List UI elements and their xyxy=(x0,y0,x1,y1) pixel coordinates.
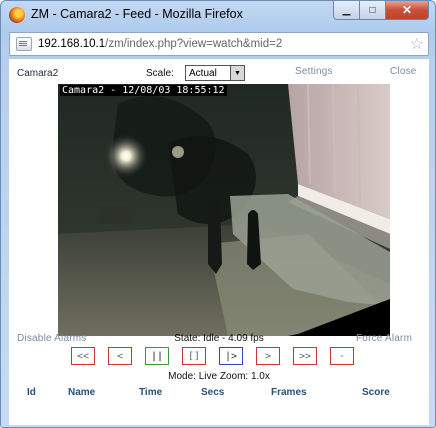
column-header-secs: Secs xyxy=(201,387,225,398)
url-path: /zm/index.php?view=watch&mid=2 xyxy=(105,38,283,50)
url-text[interactable]: 192.168.10.1/zm/index.php?view=watch&mid… xyxy=(38,38,282,50)
column-header-name: Name xyxy=(68,387,96,398)
column-header-id: Id xyxy=(27,387,36,398)
page-content: Camara2 Scale: Actual ▼ Settings Close C… xyxy=(9,59,429,425)
maximize-button[interactable]: □ xyxy=(360,1,386,20)
window-title: ZM - Camara2 - Feed - Mozilla Firefox xyxy=(31,7,243,21)
close-window-button[interactable]: ✕ xyxy=(386,1,429,20)
play-button[interactable]: |> xyxy=(219,347,243,365)
slow-rewind-button[interactable]: < xyxy=(108,347,132,365)
scale-select[interactable]: Actual ▼ xyxy=(185,65,245,81)
browser-window: ZM - Camara2 - Feed - Mozilla Firefox ▁ … xyxy=(0,0,436,428)
page-icon xyxy=(16,37,32,51)
stop-button[interactable]: [] xyxy=(182,347,206,365)
close-link[interactable]: Close xyxy=(390,66,417,77)
maximize-icon: □ xyxy=(369,4,376,16)
minimize-icon: ▁ xyxy=(342,4,351,16)
slow-forward-button[interactable]: > xyxy=(256,347,280,365)
window-controls: ▁ □ ✕ xyxy=(333,1,429,21)
fast-forward-button[interactable]: >> xyxy=(293,347,317,365)
camera-feed: Camara2 - 12/08/03 18:55:12 xyxy=(58,84,390,336)
mode-zoom-text: Mode: Live Zoom: 1.0x xyxy=(168,371,270,382)
bookmark-star-icon[interactable]: ☆ xyxy=(410,34,424,54)
column-header-score: Score xyxy=(362,387,390,398)
url-host: 192.168.10.1 xyxy=(38,38,106,50)
scale-label: Scale: xyxy=(146,68,174,79)
zoom-out-button[interactable]: - xyxy=(330,347,354,365)
fast-rewind-button[interactable]: << xyxy=(71,347,95,365)
force-alarm-link[interactable]: Force Alarm xyxy=(356,333,412,344)
minimize-button[interactable]: ▁ xyxy=(333,1,360,20)
camera-image xyxy=(58,84,390,336)
firefox-icon xyxy=(9,7,25,23)
scale-value: Actual xyxy=(189,67,217,79)
pause-button[interactable]: || xyxy=(145,347,169,365)
close-icon: ✕ xyxy=(401,3,413,17)
feed-timestamp: Camara2 - 12/08/03 18:55:12 xyxy=(60,85,227,96)
address-bar[interactable]: 192.168.10.1/zm/index.php?view=watch&mid… xyxy=(9,32,429,56)
settings-link[interactable]: Settings xyxy=(295,66,333,77)
column-header-frames: Frames xyxy=(271,387,307,398)
title-bar: ZM - Camara2 - Feed - Mozilla Firefox ▁ … xyxy=(1,1,435,29)
playback-controls: << < || [] |> > >> - xyxy=(71,347,354,365)
column-header-time: Time xyxy=(139,387,163,398)
chevron-down-icon: ▼ xyxy=(230,66,244,80)
monitor-name: Camara2 xyxy=(17,68,59,79)
